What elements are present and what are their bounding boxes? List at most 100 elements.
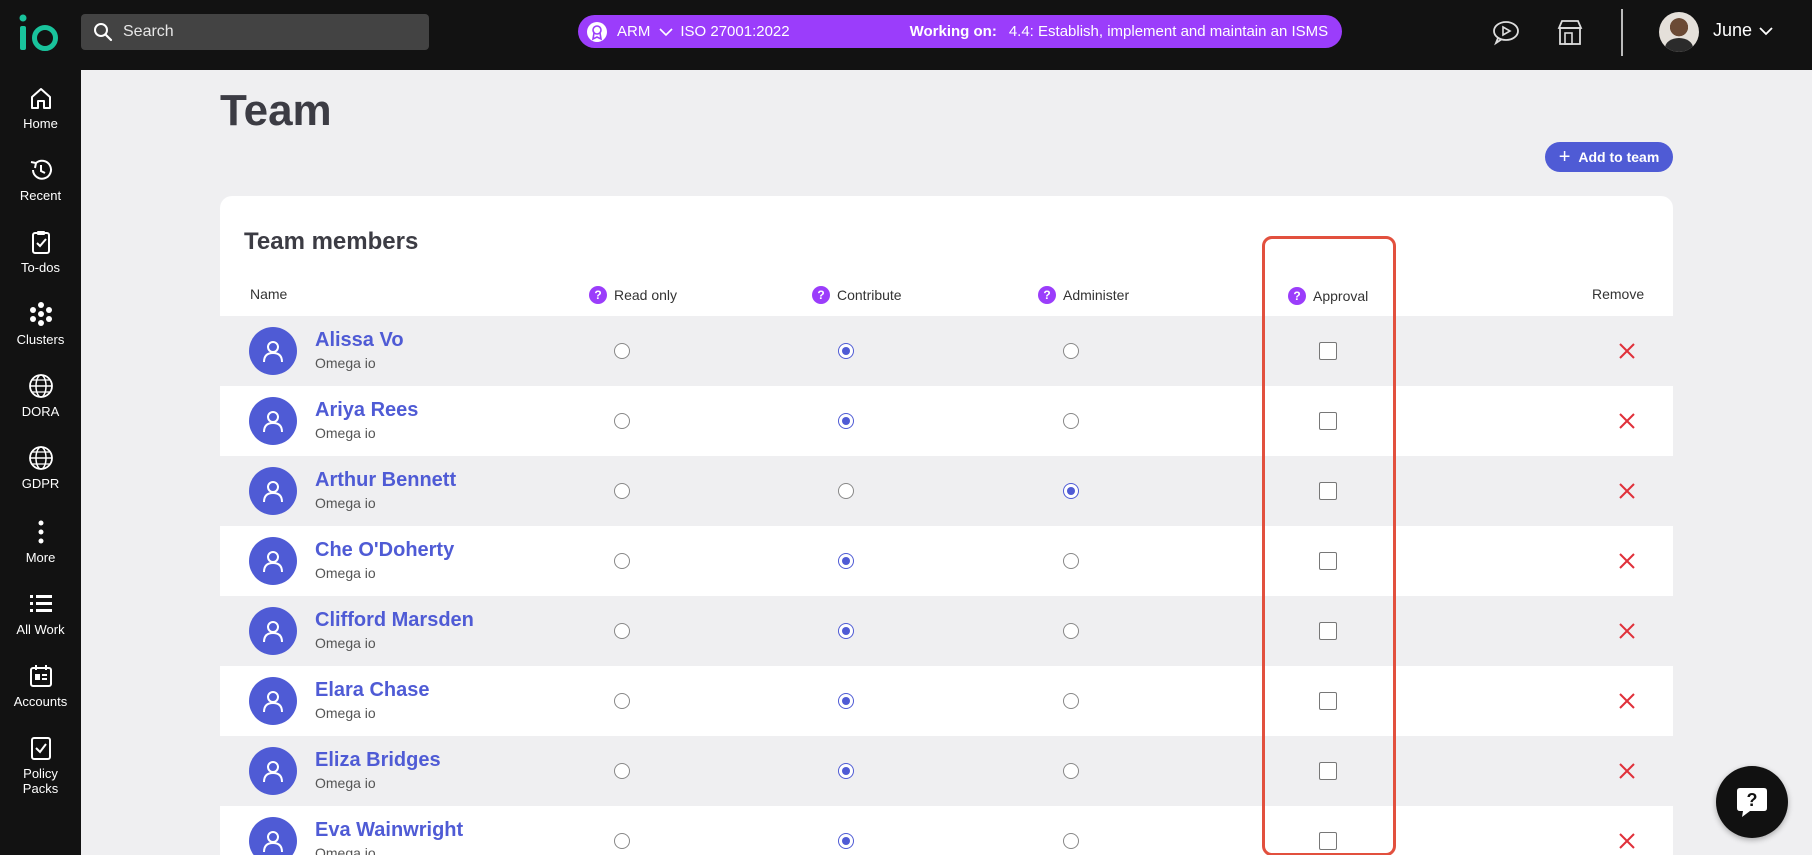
radio-contribute[interactable] [838, 483, 854, 499]
search-input[interactable]: Search [81, 14, 429, 50]
working-on-value: 4.4: Establish, implement and maintain a… [1008, 23, 1329, 40]
approval-checkbox[interactable] [1319, 762, 1337, 780]
nav-item-home[interactable]: Home [0, 84, 81, 131]
user-name[interactable]: June [1713, 20, 1752, 41]
search-icon [94, 23, 113, 42]
nav-item-more[interactable]: More [0, 518, 81, 565]
radio-read-only[interactable] [614, 693, 630, 709]
home-icon [30, 88, 51, 109]
member-name[interactable]: Eva Wainwright [315, 819, 463, 842]
chevron-down-icon[interactable] [1757, 22, 1775, 40]
chevron-down-icon[interactable] [658, 24, 674, 40]
radio-contribute[interactable] [838, 693, 854, 709]
radio-read-only[interactable] [614, 483, 630, 499]
approval-checkbox[interactable] [1319, 482, 1337, 500]
radio-administer[interactable] [1063, 833, 1079, 849]
member-name[interactable]: Arthur Bennett [315, 469, 456, 492]
nav-item-recent[interactable]: Recent [0, 156, 81, 203]
radio-administer[interactable] [1063, 343, 1079, 359]
help-icon[interactable]: ? [812, 286, 830, 304]
remove-icon[interactable] [1618, 622, 1636, 640]
remove-icon[interactable] [1618, 832, 1636, 850]
user-avatar[interactable] [1659, 12, 1699, 52]
radio-contribute[interactable] [838, 343, 854, 359]
help-icon[interactable]: ? [1038, 286, 1056, 304]
radio-administer[interactable] [1063, 553, 1079, 569]
remove-icon[interactable] [1618, 342, 1636, 360]
column-header-remove: Remove [1592, 286, 1644, 302]
video-tutorial-icon[interactable] [1491, 18, 1521, 46]
member-name[interactable]: Eliza Bridges [315, 749, 441, 772]
radio-read-only[interactable] [614, 623, 630, 639]
store-icon[interactable] [1555, 18, 1585, 46]
nav-item-clusters[interactable]: Clusters [0, 300, 81, 347]
remove-icon[interactable] [1618, 762, 1636, 780]
working-on-label: Working on: [909, 23, 997, 40]
help-chat-icon: ? [1737, 788, 1767, 817]
approval-checkbox[interactable] [1319, 622, 1337, 640]
user-icon [263, 411, 283, 433]
working-context-pill[interactable]: ARM ISO 27001:2022 Working on: 4.4: Esta… [578, 15, 1342, 48]
nav-item-gdpr[interactable]: GDPR [0, 444, 81, 491]
radio-contribute[interactable] [838, 553, 854, 569]
card-title: Team members [244, 228, 419, 255]
nav-label: DORA [21, 404, 60, 419]
approval-checkbox[interactable] [1319, 552, 1337, 570]
remove-icon[interactable] [1618, 552, 1636, 570]
svg-text:?: ? [1747, 790, 1758, 810]
approval-checkbox[interactable] [1319, 342, 1337, 360]
member-name[interactable]: Clifford Marsden [315, 609, 474, 632]
help-icon[interactable]: ? [589, 286, 607, 304]
remove-icon[interactable] [1618, 692, 1636, 710]
approval-checkbox[interactable] [1319, 832, 1337, 850]
column-header-label: Administer [1063, 287, 1130, 303]
radio-read-only[interactable] [614, 553, 630, 569]
add-to-team-button[interactable]: + Add to team [1545, 142, 1673, 172]
radio-contribute[interactable] [838, 413, 854, 429]
accounts-icon [29, 665, 52, 687]
nav-item-accounts[interactable]: Accounts [0, 662, 81, 709]
remove-icon[interactable] [1618, 482, 1636, 500]
nav-item-dora[interactable]: DORA [0, 372, 81, 419]
radio-read-only[interactable] [614, 763, 630, 779]
radio-read-only[interactable] [614, 413, 630, 429]
column-header-label: Read only [614, 287, 678, 303]
radio-administer[interactable] [1063, 483, 1079, 499]
nav-label: Home [23, 116, 58, 131]
radio-administer[interactable] [1063, 623, 1079, 639]
radio-read-only[interactable] [614, 833, 630, 849]
member-name[interactable]: Elara Chase [315, 679, 430, 702]
radio-contribute[interactable] [838, 833, 854, 849]
io-logo-icon[interactable] [18, 14, 60, 54]
table-row: Elara Chase Omega io [220, 666, 1673, 736]
column-header-approval: ? Approval [1288, 287, 1368, 305]
column-header-contribute: ? Contribute [812, 286, 902, 304]
radio-contribute[interactable] [838, 763, 854, 779]
user-icon [263, 481, 283, 503]
member-name[interactable]: Alissa Vo [315, 329, 404, 352]
nav-item-all-work[interactable]: All Work [0, 590, 81, 637]
member-organization: Omega io [315, 565, 376, 581]
add-to-team-label: Add to team [1578, 149, 1660, 165]
approval-checkbox[interactable] [1319, 692, 1337, 710]
radio-administer[interactable] [1063, 693, 1079, 709]
radio-contribute[interactable] [838, 623, 854, 639]
user-icon [263, 341, 283, 363]
help-chat-button[interactable]: ? [1716, 766, 1788, 838]
nav-label: Accounts [13, 694, 68, 709]
nav-label: Recent [19, 188, 62, 203]
column-header-label: Contribute [837, 287, 902, 303]
remove-icon[interactable] [1618, 412, 1636, 430]
list-icon [29, 595, 52, 612]
member-avatar [249, 817, 297, 855]
plus-icon: + [1558, 146, 1571, 168]
member-name[interactable]: Che O'Doherty [315, 539, 454, 562]
radio-read-only[interactable] [614, 343, 630, 359]
radio-administer[interactable] [1063, 413, 1079, 429]
help-icon[interactable]: ? [1288, 287, 1306, 305]
member-name[interactable]: Ariya Rees [315, 399, 418, 422]
radio-administer[interactable] [1063, 763, 1079, 779]
approval-checkbox[interactable] [1319, 412, 1337, 430]
nav-item-policy-packs[interactable]: Policy Packs [0, 734, 81, 796]
nav-item-todos[interactable]: To-dos [0, 228, 81, 275]
